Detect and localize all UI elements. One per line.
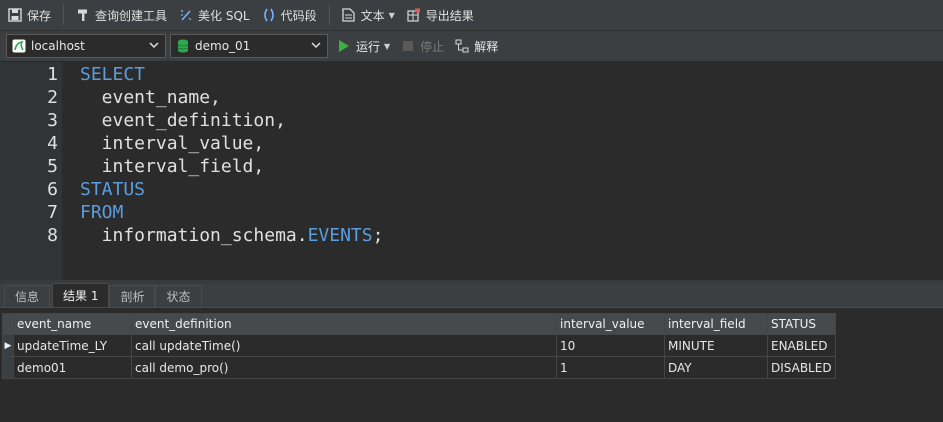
connection-select[interactable]: localhost: [6, 34, 166, 58]
line-number: 2: [47, 87, 58, 108]
stop-icon: [400, 38, 416, 54]
code-snippet-button[interactable]: 代码段: [257, 3, 321, 27]
query-builder-button[interactable]: 查询创建工具: [71, 3, 171, 27]
row-marker: [2, 356, 14, 379]
code-line: interval_field,: [80, 156, 265, 177]
sql-keyword: SELECT: [80, 64, 146, 85]
hammer-icon: [75, 7, 91, 23]
explain-label: 解释: [474, 39, 499, 54]
line-number: 4: [47, 133, 58, 154]
tab-result-1[interactable]: 结果 1: [52, 283, 110, 307]
code-line: information_schema.EVENTS;: [80, 224, 384, 247]
document-icon: [341, 7, 357, 23]
column-header[interactable]: interval_field: [664, 313, 768, 335]
code-line: FROM: [80, 201, 123, 224]
beautify-sql-label: 美化 SQL: [198, 8, 250, 23]
table-cell[interactable]: 1: [556, 356, 665, 379]
row-marker-header: [2, 313, 14, 335]
sql-keyword: STATUS: [80, 179, 146, 200]
mysql-connection-icon: [11, 38, 27, 54]
connection-value: localhost: [31, 39, 85, 53]
table-cell[interactable]: 10: [556, 334, 665, 357]
export-results-label: 导出结果: [425, 8, 474, 23]
sql-keyword: FROM: [80, 202, 124, 223]
text-button[interactable]: 文本 ▼: [337, 3, 399, 27]
table-cell[interactable]: MINUTE: [664, 334, 768, 357]
database-value: demo_01: [195, 39, 251, 53]
run-button[interactable]: 运行 ▼: [336, 38, 390, 55]
table-cell[interactable]: call updateTime(): [131, 334, 557, 357]
database-icon: [175, 38, 191, 54]
line-number: 7: [47, 202, 58, 223]
code-text: information_schema.: [80, 225, 308, 246]
save-icon: [7, 7, 23, 23]
table-cell[interactable]: ENABLED: [767, 334, 836, 357]
export-grid-icon: [406, 7, 422, 23]
result-tabs: 信息 结果 1 剖析 状态: [0, 283, 943, 308]
column-header[interactable]: event_definition: [131, 313, 557, 335]
table-cell[interactable]: updateTime_LY: [13, 334, 132, 357]
line-number-gutter: 1 2 3 4 5 6 7 8: [0, 62, 62, 280]
line-number: 3: [47, 110, 58, 131]
explain-button[interactable]: 解释: [454, 38, 498, 55]
export-results-button[interactable]: 导出结果: [402, 3, 478, 27]
stop-button[interactable]: 停止: [400, 38, 444, 55]
tab-info[interactable]: 信息: [4, 285, 51, 307]
code-text: ;: [372, 225, 384, 246]
run-label: 运行: [356, 39, 381, 54]
column-header[interactable]: STATUS: [767, 313, 836, 335]
chevron-down-icon[interactable]: ▼: [389, 11, 395, 20]
table-row[interactable]: ▶ updateTime_LY call updateTime() 10 MIN…: [2, 334, 836, 357]
line-number: 1: [47, 64, 58, 85]
code-line: interval_value,: [80, 133, 265, 154]
column-header[interactable]: event_name: [13, 313, 132, 335]
line-number: 8: [47, 225, 58, 246]
parentheses-icon: [261, 7, 277, 23]
code-snippet-label: 代码段: [280, 8, 317, 23]
save-button[interactable]: 保存: [3, 3, 55, 27]
code-line: event_name,: [80, 87, 221, 108]
column-header[interactable]: interval_value: [556, 313, 665, 335]
toolbar-divider: [328, 5, 330, 25]
stop-label: 停止: [420, 39, 445, 54]
table-cell[interactable]: demo01: [13, 356, 132, 379]
code-line: STATUS: [80, 178, 145, 201]
explain-icon: [454, 38, 470, 54]
table-row[interactable]: demo01 call demo_pro() 1 DAY DISABLED: [2, 356, 836, 379]
save-label: 保存: [27, 8, 52, 23]
tab-status[interactable]: 状态: [155, 285, 202, 307]
table-cell[interactable]: DISABLED: [767, 356, 836, 379]
magic-wand-icon: [178, 7, 194, 23]
line-number: 5: [47, 156, 58, 177]
main-toolbar: 保存 查询创建工具 美化 SQL 代码段 文本 ▼ 导出结果: [0, 0, 943, 31]
tab-profile[interactable]: 剖析: [109, 285, 156, 307]
database-select[interactable]: demo_01: [170, 34, 328, 58]
current-row-indicator-icon: ▶: [2, 334, 14, 357]
text-label: 文本: [360, 8, 385, 23]
table-cell[interactable]: DAY: [664, 356, 768, 379]
results-table: event_name event_definition interval_val…: [2, 313, 836, 379]
chevron-down-icon: [148, 39, 160, 54]
toolbar-divider: [63, 5, 65, 25]
code-line: event_definition,: [80, 110, 286, 131]
code-line: SELECT: [80, 63, 145, 86]
beautify-sql-button[interactable]: 美化 SQL: [174, 3, 254, 27]
results-panel: event_name event_definition interval_val…: [0, 308, 943, 422]
line-number: 6: [47, 179, 58, 200]
play-icon: [336, 38, 352, 54]
query-builder-label: 查询创建工具: [95, 8, 168, 23]
sql-keyword: EVENTS: [307, 225, 373, 246]
table-cell[interactable]: call demo_pro(): [131, 356, 557, 379]
sql-editor[interactable]: 1 2 3 4 5 6 7 8 SELECT event_name, event…: [0, 62, 943, 280]
table-header-row: event_name event_definition interval_val…: [2, 313, 836, 335]
connection-toolbar: localhost demo_01 运行 ▼ 停止 解释: [0, 31, 943, 62]
chevron-down-icon[interactable]: ▼: [384, 42, 390, 51]
chevron-down-icon: [310, 39, 322, 54]
